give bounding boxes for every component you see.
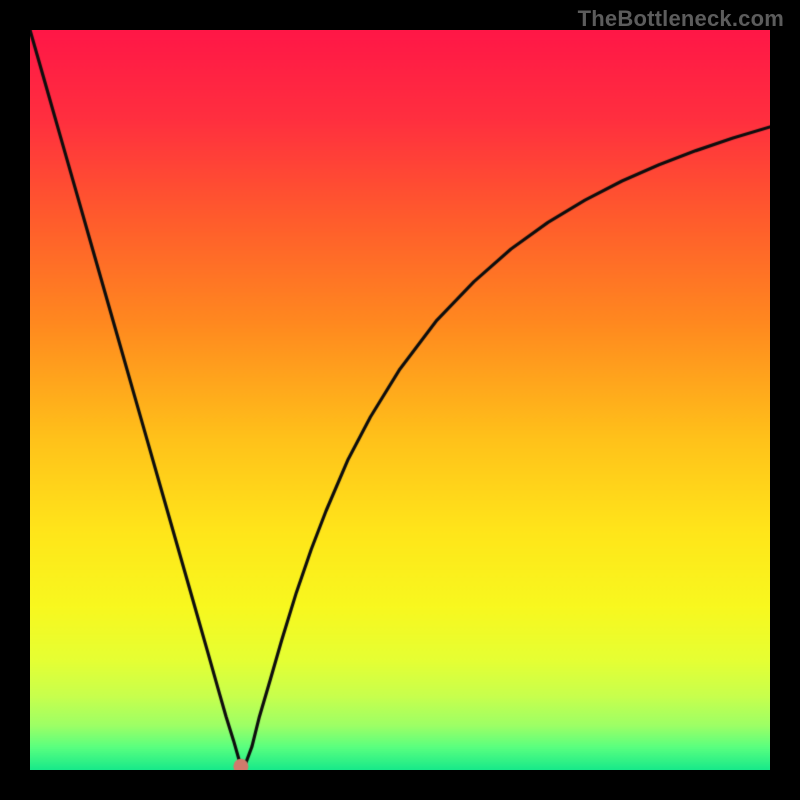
watermark-text: TheBottleneck.com — [578, 6, 784, 32]
chart-container: TheBottleneck.com — [0, 0, 800, 800]
plot-area — [30, 30, 770, 770]
bottleneck-chart-canvas — [30, 30, 770, 770]
